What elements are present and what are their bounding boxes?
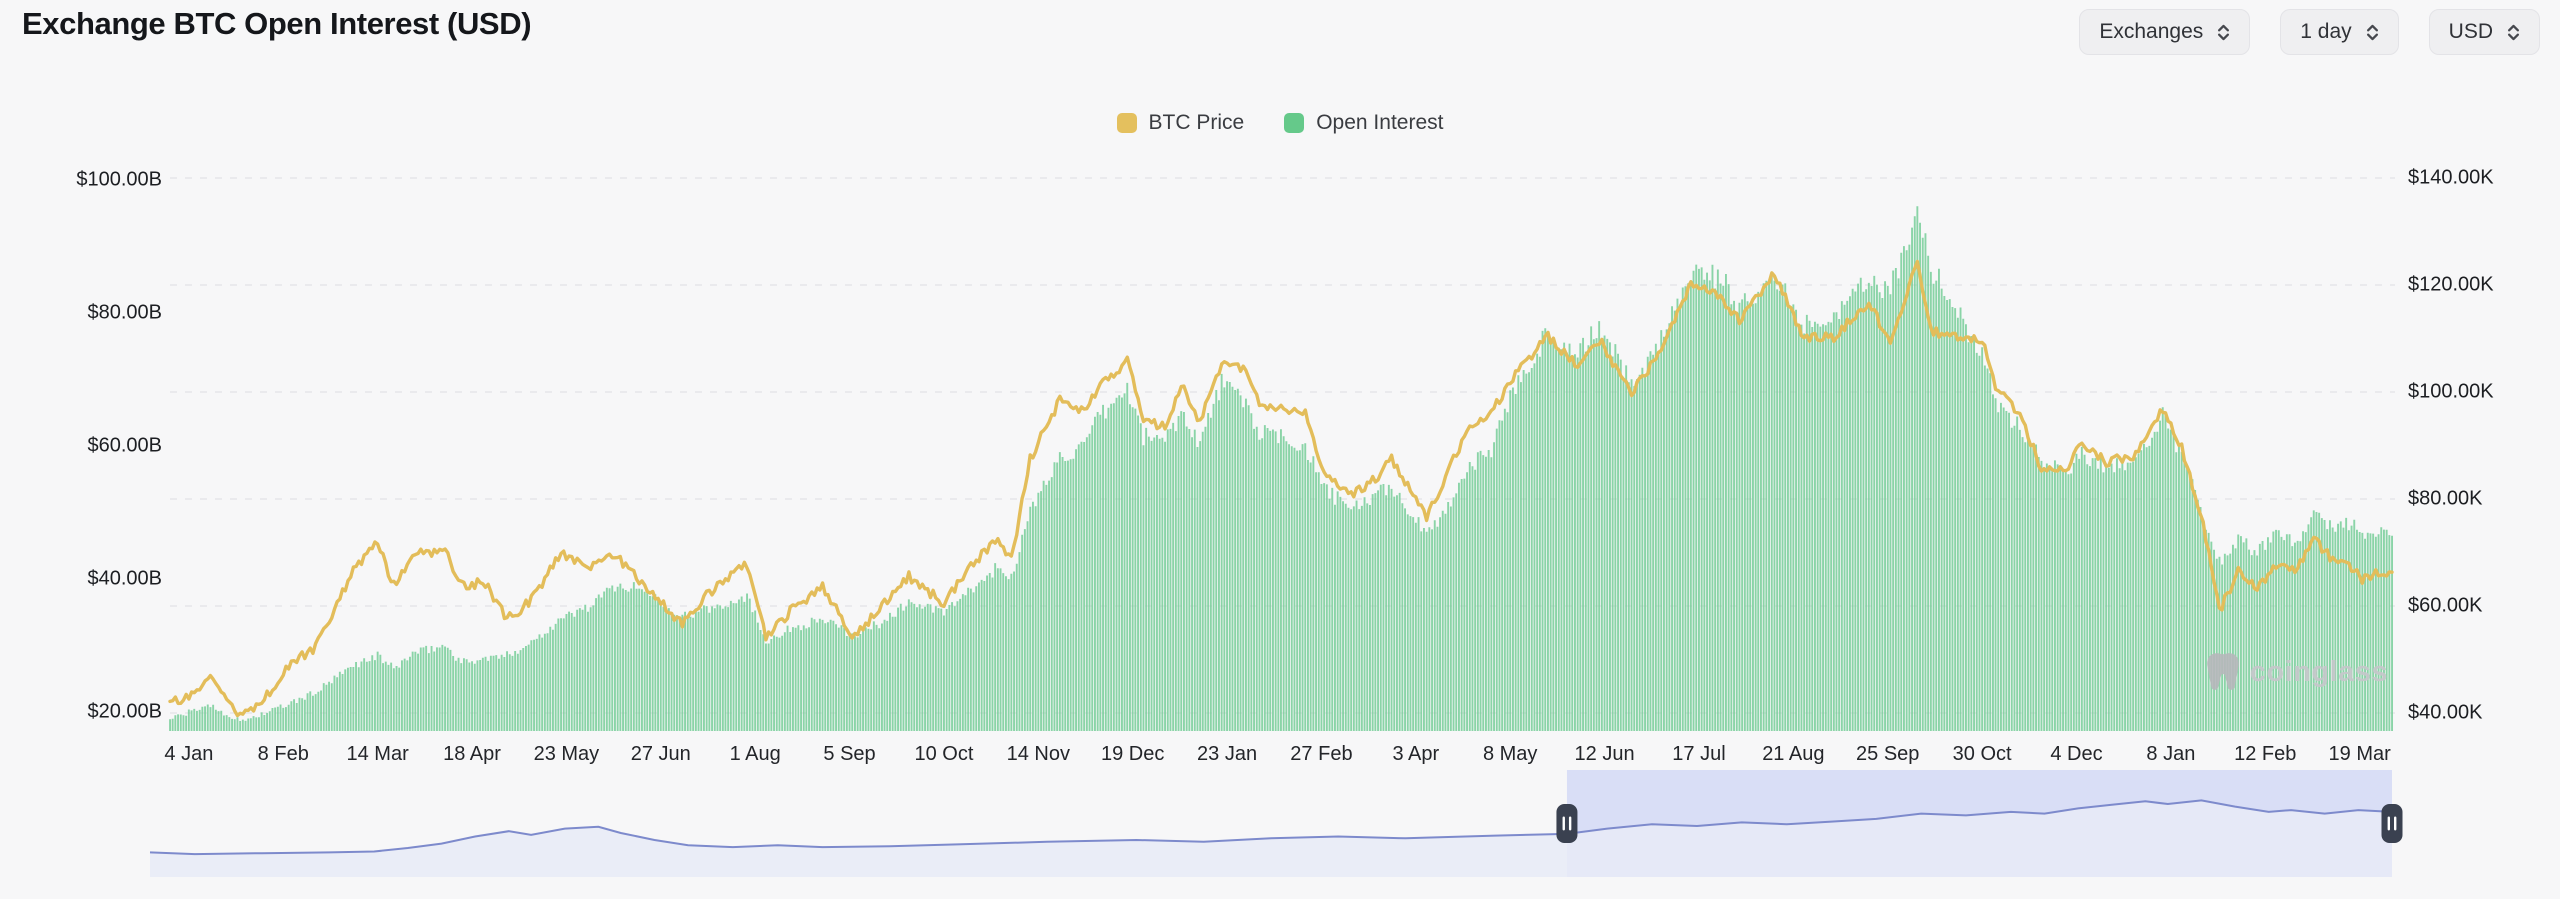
right-axis-label: $120.00K [2408, 274, 2548, 297]
right-axis-label: $140.00K [2408, 167, 2548, 190]
left-axis-label: $60.00B [32, 435, 162, 458]
right-axis-label: $60.00K [2408, 595, 2548, 618]
left-axis-label: $80.00B [32, 302, 162, 325]
nav-handle-right[interactable] [2382, 804, 2403, 843]
right-axis-label: $100.00K [2408, 381, 2548, 404]
navigator[interactable] [150, 770, 2403, 877]
nav-handle-left[interactable] [1556, 804, 1577, 843]
x-axis-label: 19 Mar [2300, 743, 2420, 766]
right-axis-label: $40.00K [2408, 702, 2548, 725]
left-axis-label: $100.00B [32, 169, 162, 192]
left-axis-label: $40.00B [32, 568, 162, 591]
left-axis-label: $20.00B [32, 701, 162, 724]
right-axis-label: $80.00K [2408, 488, 2548, 511]
